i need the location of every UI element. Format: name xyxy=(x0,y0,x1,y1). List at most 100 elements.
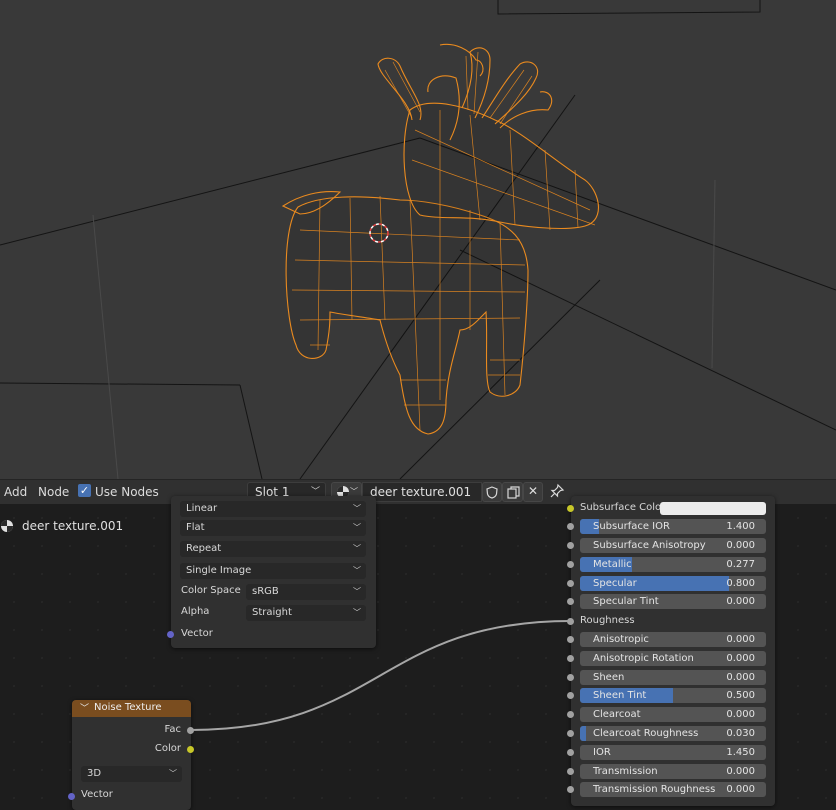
slider-input-socket[interactable] xyxy=(567,523,574,530)
color-label: Color xyxy=(154,743,181,754)
interpolation-dropdown[interactable]: Linear ﹀ xyxy=(180,501,366,517)
slider-input-socket[interactable] xyxy=(567,749,574,756)
dimensions-value: 3D xyxy=(87,768,102,779)
bsdf-slider[interactable]: Metallic 0.277 xyxy=(580,557,766,572)
slider-input-socket[interactable] xyxy=(567,542,574,549)
material-name-field[interactable]: deer texture.001 xyxy=(362,482,482,502)
editor-material-label: deer texture.001 xyxy=(22,519,124,533)
bsdf-slider[interactable]: IOR 1.450 xyxy=(580,745,766,760)
slider-input-socket[interactable] xyxy=(567,674,574,681)
use-nodes-checkbox[interactable]: ✓ xyxy=(78,484,91,497)
slider-value: 0.000 xyxy=(726,784,755,795)
slider-name: IOR xyxy=(593,747,611,758)
slider-value: 0.800 xyxy=(726,578,755,589)
slider-value: 1.450 xyxy=(726,747,755,758)
roughness-label: Roughness xyxy=(580,615,635,626)
bsdf-slider[interactable]: Specular 0.800 xyxy=(580,576,766,591)
dimensions-dropdown[interactable]: 3D ﹀ xyxy=(81,766,182,782)
projection-value: Flat xyxy=(186,522,205,533)
node-menu[interactable]: Node xyxy=(38,485,69,499)
vector-input-socket[interactable] xyxy=(167,631,174,638)
close-icon: ✕ xyxy=(527,484,539,498)
chevron-down-icon: ﹀ xyxy=(353,523,361,532)
image-texture-node[interactable]: Linear ﹀ Flat ﹀ Repeat ﹀ Single Image ﹀ Colo… xyxy=(167,496,376,648)
extension-dropdown[interactable]: Repeat ﹀ xyxy=(180,541,366,557)
chevron-down-icon: ﹀ xyxy=(169,769,177,778)
slider-value: 1.400 xyxy=(726,521,755,532)
projection-dropdown[interactable]: Flat ﹀ xyxy=(180,520,366,536)
fake-user-shield-icon xyxy=(486,486,498,499)
slider-input-socket[interactable] xyxy=(567,768,574,775)
bsdf-slider[interactable]: Sheen 0.000 xyxy=(580,670,766,685)
source-dropdown[interactable]: Single Image ﹀ xyxy=(180,563,366,579)
viewport-canvas[interactable] xyxy=(0,0,836,479)
pin-icon xyxy=(550,483,565,498)
slider-name: Anisotropic Rotation xyxy=(593,653,694,664)
chevron-down-icon: ﹀ xyxy=(353,587,361,596)
source-value: Single Image xyxy=(186,565,252,576)
unlink-material-button[interactable]: ✕ xyxy=(523,482,543,502)
slider-input-socket[interactable] xyxy=(567,692,574,699)
bsdf-slider[interactable]: Sheen Tint 0.500 xyxy=(580,688,766,703)
bsdf-slider[interactable]: Subsurface IOR 1.400 xyxy=(580,519,766,534)
bsdf-slider[interactable]: Clearcoat Roughness 0.030 xyxy=(580,726,766,741)
slider-input-socket[interactable] xyxy=(567,655,574,662)
slider-name: Metallic xyxy=(593,559,632,570)
noise-node-header[interactable]: ﹀ Noise Texture xyxy=(72,700,191,717)
material-sphere-icon xyxy=(1,520,13,532)
fac-output-socket[interactable] xyxy=(187,727,194,734)
bsdf-slider[interactable]: Specular Tint 0.000 xyxy=(580,594,766,609)
slider-input-socket[interactable] xyxy=(567,786,574,793)
slider-input-socket[interactable] xyxy=(567,580,574,587)
slider-name: Sheen Tint xyxy=(593,690,647,701)
noise-texture-node[interactable]: ﹀ Noise Texture Fac Color 3D ﹀ Vector xyxy=(68,700,194,810)
slider-name: Transmission Roughness xyxy=(593,784,716,795)
roughness-input-socket[interactable] xyxy=(567,618,574,625)
bsdf-slider[interactable]: Subsurface Anisotropy 0.000 xyxy=(580,538,766,553)
bsdf-slider[interactable]: Clearcoat 0.000 xyxy=(580,707,766,722)
bsdf-slider[interactable]: Anisotropic Rotation 0.000 xyxy=(580,651,766,666)
fac-label: Fac xyxy=(164,724,181,735)
color-space-label: Color Space xyxy=(181,585,241,596)
vector-label: Vector xyxy=(81,789,113,800)
alpha-dropdown[interactable]: Straight ﹀ xyxy=(246,605,366,621)
slider-name: Subsurface Anisotropy xyxy=(593,540,706,551)
vector-label: Vector xyxy=(181,628,213,639)
3d-viewport[interactable] xyxy=(0,0,836,479)
slider-input-socket[interactable] xyxy=(567,598,574,605)
slider-input-socket[interactable] xyxy=(567,636,574,643)
interpolation-value: Linear xyxy=(186,503,218,514)
slider-name: Sheen xyxy=(593,672,625,683)
alpha-value: Straight xyxy=(252,607,292,618)
slider-name: Clearcoat Roughness xyxy=(593,728,699,739)
use-nodes-label: Use Nodes xyxy=(95,485,159,499)
slider-value: 0.000 xyxy=(726,672,755,683)
slider-name: Anisotropic xyxy=(593,634,649,645)
slider-value: 0.000 xyxy=(726,709,755,720)
vector-input-socket[interactable] xyxy=(68,793,75,800)
add-menu[interactable]: Add xyxy=(4,485,27,499)
slider-name: Subsurface IOR xyxy=(593,521,670,532)
bsdf-slider[interactable]: Transmission Roughness 0.000 xyxy=(580,782,766,797)
collapse-chevron-icon[interactable]: ﹀ xyxy=(80,701,89,714)
duplicate-material-button[interactable] xyxy=(502,482,523,502)
slider-value: 0.000 xyxy=(726,766,755,777)
subsurface-color-socket[interactable] xyxy=(567,505,574,512)
alpha-label: Alpha xyxy=(181,606,210,617)
fake-user-button[interactable] xyxy=(482,482,502,502)
bsdf-slider[interactable]: Transmission 0.000 xyxy=(580,764,766,779)
slider-input-socket[interactable] xyxy=(567,711,574,718)
subsurface-color-swatch[interactable] xyxy=(660,502,766,515)
slider-value: 0.500 xyxy=(726,690,755,701)
chevron-down-icon: ﹀ xyxy=(353,544,361,553)
chevron-down-icon: ﹀ xyxy=(353,504,361,513)
deer-wireframe-mesh[interactable] xyxy=(281,43,599,435)
pin-button[interactable] xyxy=(549,483,567,501)
color-space-dropdown[interactable]: sRGB ﹀ xyxy=(246,584,366,600)
slider-name: Specular Tint xyxy=(593,596,659,607)
slider-input-socket[interactable] xyxy=(567,561,574,568)
bsdf-slider[interactable]: Anisotropic 0.000 xyxy=(580,632,766,647)
color-output-socket[interactable] xyxy=(187,746,194,753)
slider-input-socket[interactable] xyxy=(567,730,574,737)
slider-value: 0.000 xyxy=(726,540,755,551)
